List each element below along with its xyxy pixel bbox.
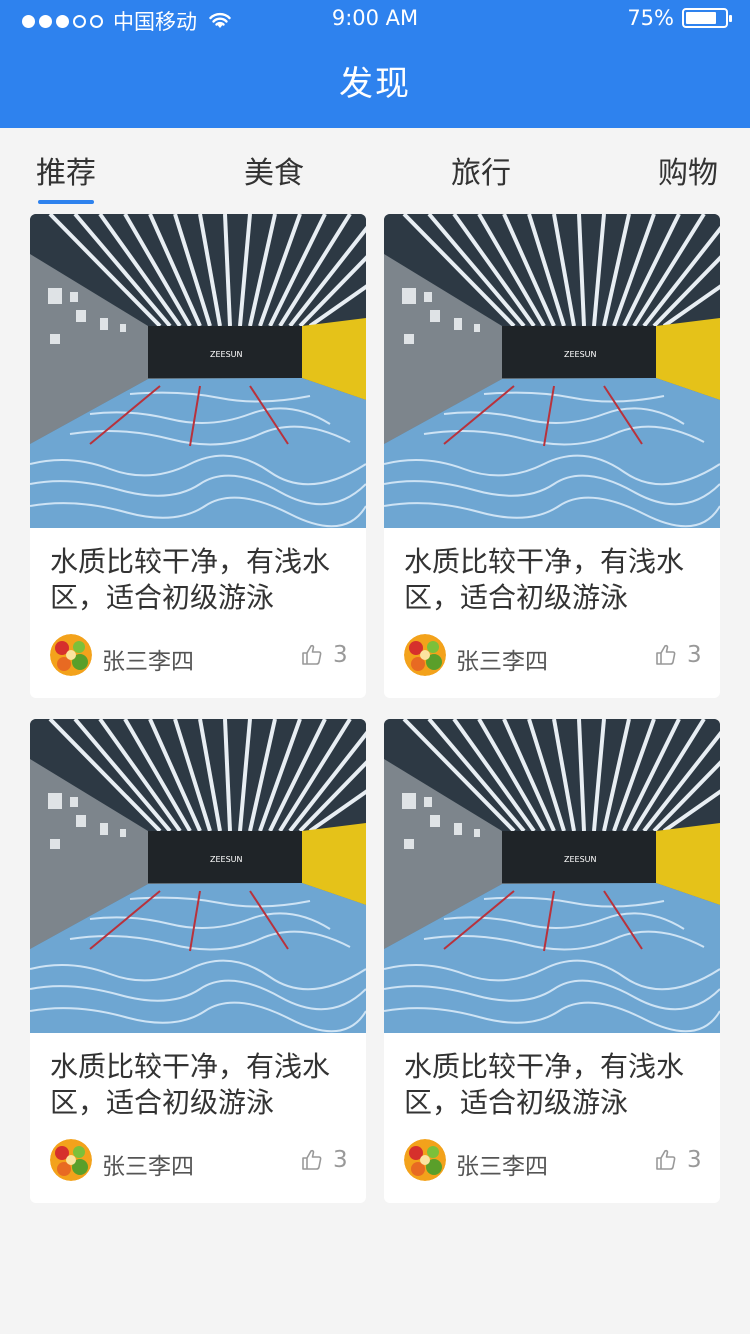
battery-percent: 75%: [627, 6, 674, 30]
battery-icon: [682, 8, 732, 28]
author-name[interactable]: 张三李四: [102, 642, 194, 676]
tab-shopping[interactable]: 购物: [658, 148, 718, 192]
post-card[interactable]: 水质比较干净，有浅水区，适合初级游泳 张三李四 3: [30, 214, 366, 698]
like-count: 3: [333, 1147, 348, 1173]
category-tabs: 推荐 美食 旅行 购物: [0, 128, 750, 208]
tab-travel[interactable]: 旅行: [451, 148, 511, 192]
post-title: 水质比较干净，有浅水区，适合初级游泳: [50, 1050, 331, 1119]
post-card[interactable]: 水质比较干净，有浅水区，适合初级游泳 张三李四 3: [30, 719, 366, 1203]
post-card[interactable]: 水质比较干净，有浅水区，适合初级游泳 张三李四 3: [384, 719, 720, 1203]
post-card[interactable]: 水质比较干净，有浅水区，适合初级游泳 张三李四 3: [384, 214, 720, 698]
avatar[interactable]: [50, 634, 92, 676]
avatar[interactable]: [404, 634, 446, 676]
thumbs-up-icon[interactable]: [300, 643, 324, 667]
like-count: 3: [687, 1147, 702, 1173]
pool-photo: [30, 214, 366, 528]
avatar[interactable]: [50, 1139, 92, 1181]
avatar[interactable]: [404, 1139, 446, 1181]
battery-status: 75%: [627, 6, 732, 30]
pool-photo: [30, 719, 366, 1033]
post-title: 水质比较干净，有浅水区，适合初级游泳: [50, 545, 331, 614]
thumbs-up-icon[interactable]: [654, 643, 678, 667]
author-name[interactable]: 张三李四: [456, 1147, 548, 1181]
tab-recommend[interactable]: 推荐: [36, 148, 96, 204]
thumbs-up-icon[interactable]: [300, 1148, 324, 1172]
like-count: 3: [687, 642, 702, 668]
author-name[interactable]: 张三李四: [102, 1147, 194, 1181]
pool-photo: [384, 719, 720, 1033]
pool-photo: [384, 214, 720, 528]
thumbs-up-icon[interactable]: [654, 1148, 678, 1172]
tab-food[interactable]: 美食: [244, 148, 304, 192]
author-name[interactable]: 张三李四: [456, 642, 548, 676]
app-header: 中国移动 9:00 AM 75% 发现: [0, 0, 750, 128]
status-bar: 中国移动 9:00 AM 75%: [0, 0, 750, 40]
post-title: 水质比较干净，有浅水区，适合初级游泳: [404, 545, 685, 614]
like-count: 3: [333, 642, 348, 668]
page-title: 发现: [339, 64, 411, 104]
post-title: 水质比较干净，有浅水区，适合初级游泳: [404, 1050, 685, 1119]
